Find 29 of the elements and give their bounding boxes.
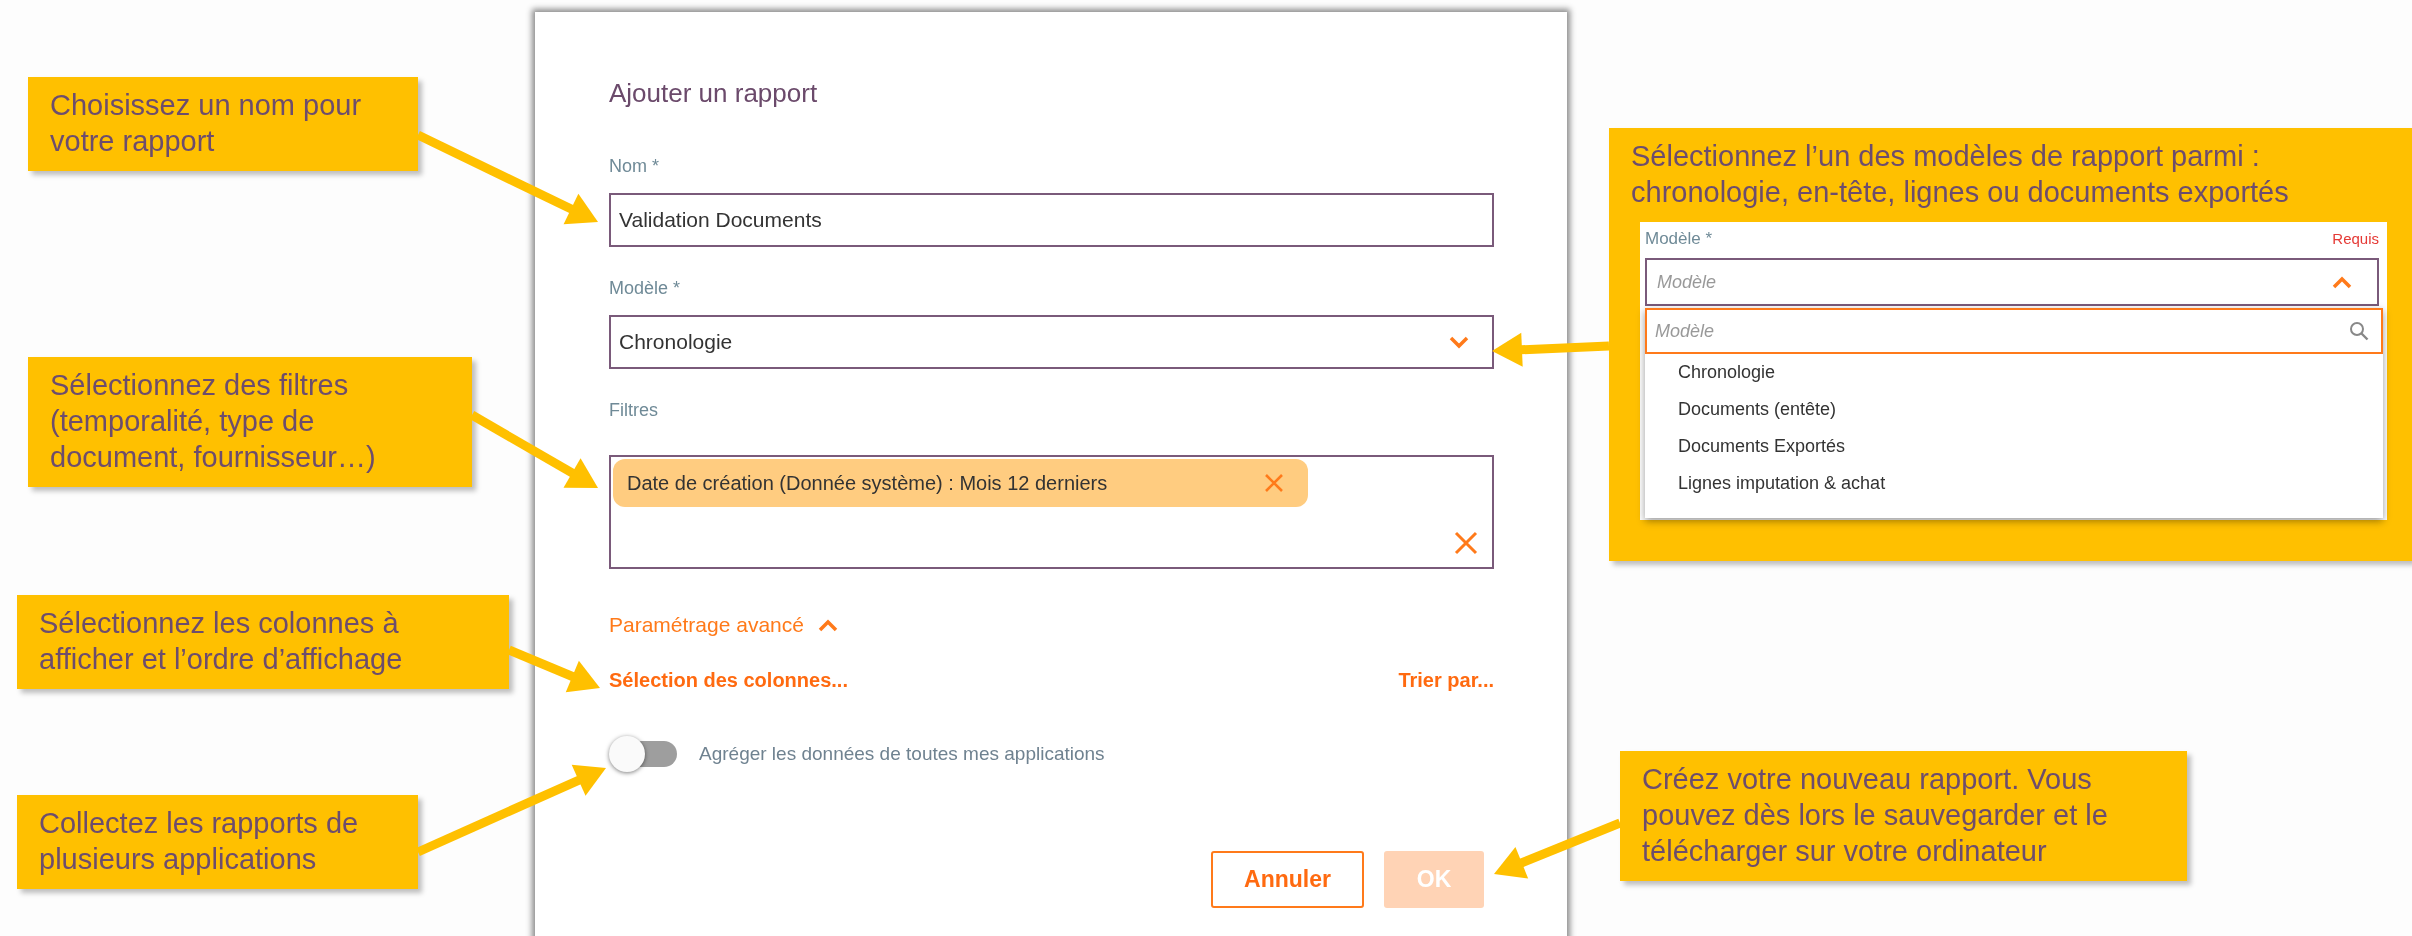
toggle-label: Agréger les données de toutes mes applications (699, 743, 1105, 765)
chevron-icon (2331, 275, 2353, 289)
search-field[interactable]: Modèle (1645, 308, 2383, 354)
filter-field[interactable]: Date de création (Donnée système) : Mois 12 derniers (609, 455, 1494, 569)
callout-text: Collectez les rapports de plusieurs applications (39, 806, 360, 877)
dropdown-option[interactable]: Documents (entête) (1645, 391, 2383, 428)
dropdown-option[interactable]: Chronologie (1645, 354, 2383, 391)
select-field[interactable]: Chronologie (609, 315, 1494, 369)
callout-text: Sélectionnez l’un des modèles de rapport parmi : chronologie, en-tête, lignes ou documents exportés (1631, 139, 2290, 210)
clear-icon[interactable] (1454, 531, 1478, 555)
chevron-icon (817, 618, 838, 632)
dropdown-option[interactable]: Lignes imputation & achat (1645, 465, 2383, 502)
field-label: Modèle * (1645, 228, 1713, 250)
chevron-icon (1448, 335, 1470, 349)
dropdown-option[interactable]: Documents Exportés (1645, 428, 2383, 465)
field-label: Nom * (609, 155, 660, 177)
required-hint: Requis (2332, 229, 2379, 249)
close-icon[interactable] (1264, 473, 1284, 493)
callout-text: Choisissez un nom pour votre rapport (50, 88, 363, 159)
field-label: Filtres (609, 399, 659, 421)
input-field[interactable]: Validation Documents (609, 193, 1494, 247)
search-icon (2349, 321, 2369, 341)
toggle-switch[interactable] (609, 736, 677, 772)
callout-text: Créez votre nouveau rapport. Vous pouvez dès lors le sauvegarder et le télécharger sur votre ordinateur (1642, 762, 2109, 869)
field-label: Modèle * (609, 277, 682, 299)
callout-text: Sélectionnez des filtres (temporalité, type de document, fournisseur…) (50, 368, 377, 475)
filter-chip[interactable]: Date de création (Donnée système) : Mois 12 derniers (613, 459, 1308, 507)
dialog-title: Ajouter un rapport (609, 77, 819, 109)
callout-text: Sélectionnez les colonnes à afficher et l’ordre d’affichage (39, 606, 404, 677)
